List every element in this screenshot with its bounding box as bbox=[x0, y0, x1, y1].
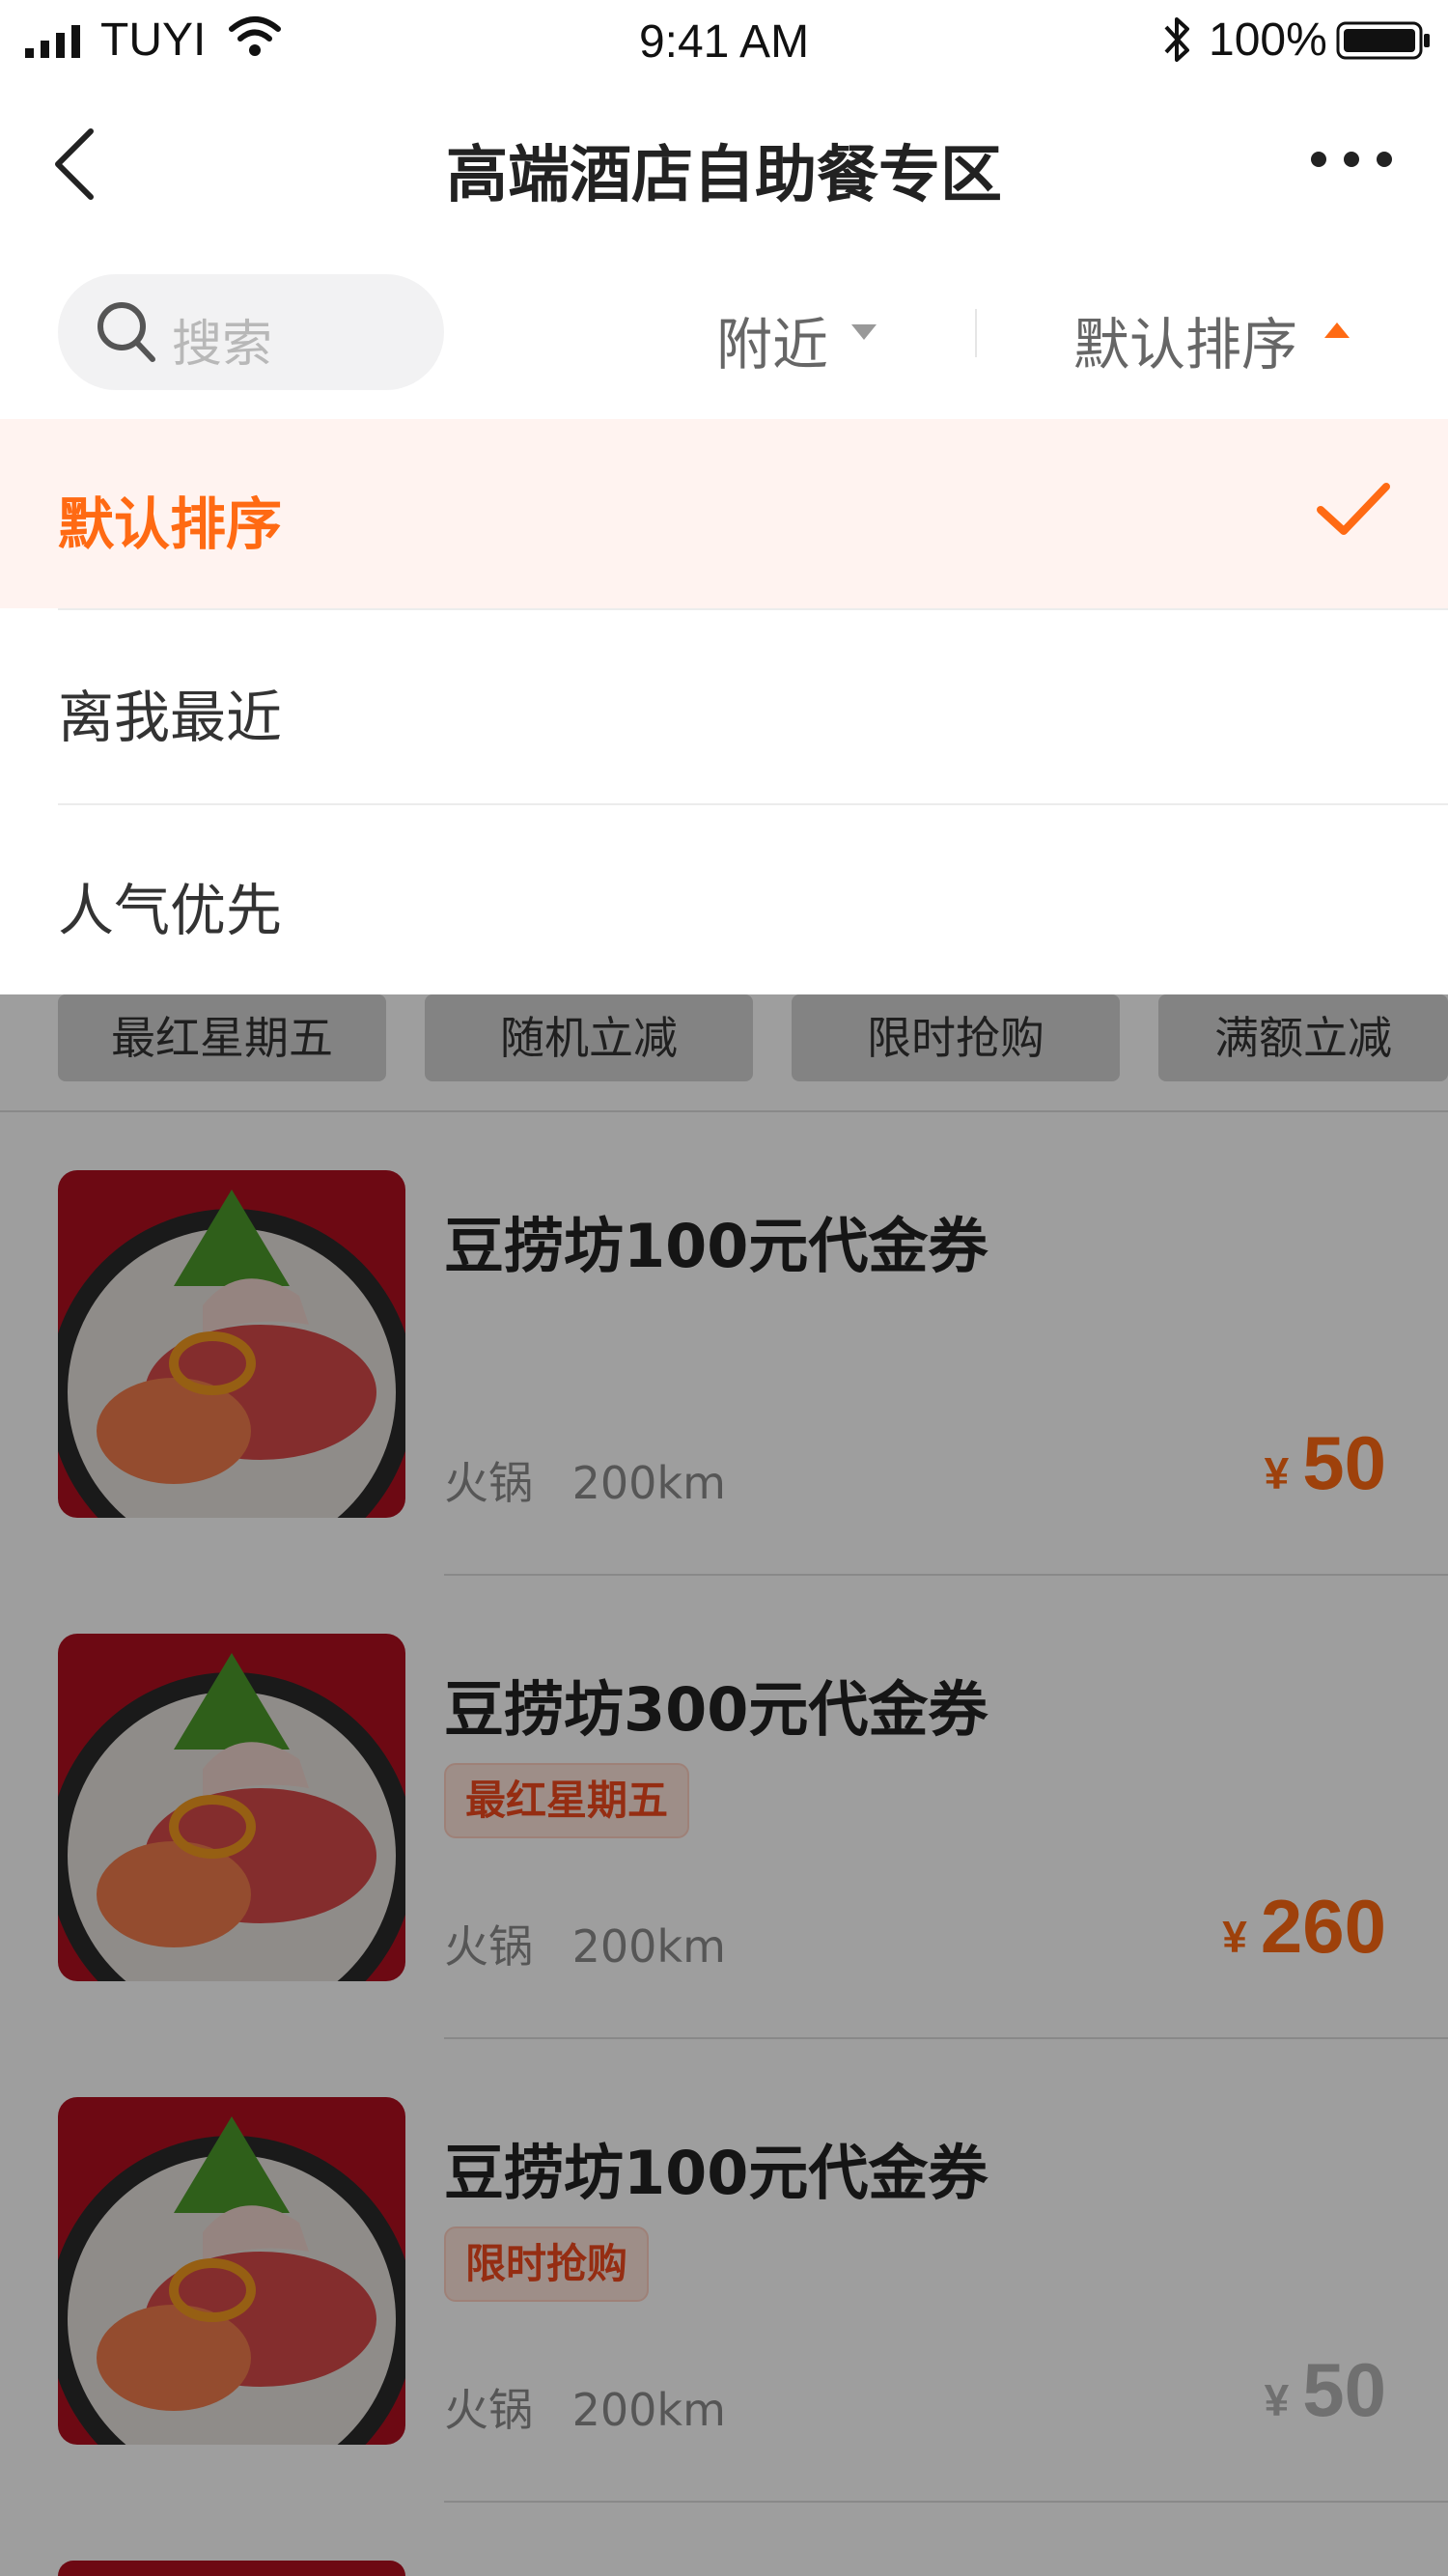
more-icon[interactable] bbox=[1309, 145, 1394, 174]
check-icon bbox=[1317, 483, 1390, 535]
status-bar: TUYI 9:41 AM 100% bbox=[0, 0, 1448, 81]
dropdown-backdrop[interactable] bbox=[0, 994, 1448, 2576]
battery-icon bbox=[1336, 21, 1430, 60]
sort-option-label: 人气优先 bbox=[58, 878, 283, 943]
sort-option-label: 离我最近 bbox=[58, 685, 283, 750]
filter-divider bbox=[975, 309, 977, 357]
nearby-filter[interactable]: 附近 bbox=[716, 299, 828, 380]
bluetooth-icon bbox=[1164, 17, 1189, 62]
caret-down-icon bbox=[851, 324, 877, 340]
sort-option-label: 默认排序 bbox=[58, 491, 283, 557]
caret-up-icon bbox=[1324, 322, 1350, 338]
search-icon bbox=[97, 302, 155, 362]
battery-percentage: 100% bbox=[1209, 14, 1327, 66]
search-placeholder: 搜索 bbox=[172, 316, 273, 374]
page-title: 高端酒店自助餐专区 bbox=[446, 140, 1002, 211]
sort-filter[interactable]: 默认排序 bbox=[1073, 299, 1297, 380]
